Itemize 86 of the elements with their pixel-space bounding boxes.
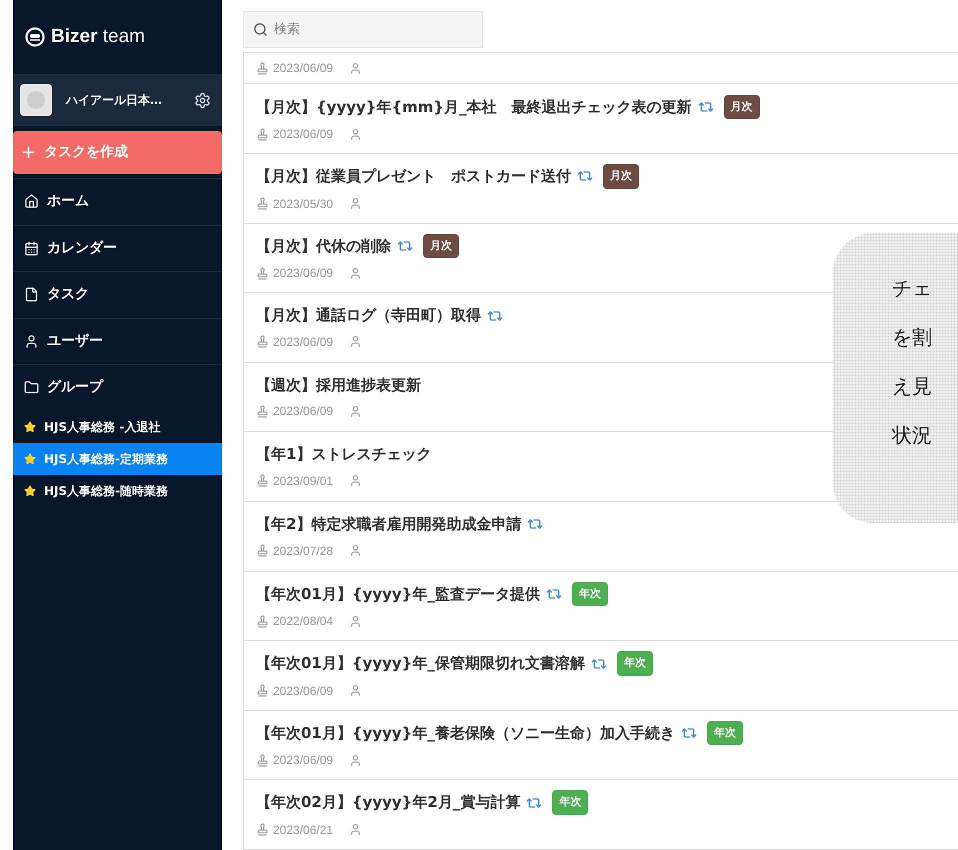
settings-icon[interactable]	[194, 92, 211, 108]
task-row[interactable]: 【年次01月】{yyyy}年_保管期限切れ文書溶解 年次 2023/06/09	[244, 641, 958, 711]
callout-text: を割	[892, 324, 933, 350]
app-logo-text: Bizer team	[51, 24, 145, 49]
task-title: 【年次01月】{yyyy}年_保管期限切れ文書溶解	[256, 653, 585, 674]
stamp-icon	[256, 544, 269, 558]
task-title: 【月次】通話ログ（寺田町）取得	[256, 305, 481, 326]
user-icon	[349, 62, 362, 75]
group-item[interactable]: HJS人事総務-随時業務	[13, 474, 222, 506]
user-icon	[349, 128, 362, 141]
calendar-icon	[24, 240, 39, 256]
task-date: 2023/07/28	[273, 542, 334, 560]
account-bar[interactable]: ハイアール日本…	[13, 74, 222, 126]
task-row[interactable]: 【月次】従業員プレゼント ポストカード送付 月次 2023/05/30	[244, 154, 958, 224]
task-date: 2023/06/09	[273, 682, 334, 700]
star-icon	[24, 420, 36, 432]
task-date: 2022/08/04	[273, 613, 334, 630]
user-icon	[349, 823, 362, 836]
search-field[interactable]: 検索	[243, 11, 483, 48]
stamp-icon	[256, 823, 269, 836]
task-date: 2023/09/01	[273, 472, 334, 490]
task-title: 【月次】代休の削除	[256, 236, 391, 257]
nav-item[interactable]: グループ	[13, 364, 222, 410]
task-tag: 月次	[423, 234, 459, 258]
stamp-icon	[256, 404, 269, 418]
task-date: 2023/06/21	[273, 822, 334, 839]
task-date: 2023/06/09	[273, 126, 334, 144]
stamp-icon	[256, 266, 269, 280]
folder-icon	[24, 380, 39, 396]
search-icon	[253, 22, 268, 37]
file-icon	[24, 287, 39, 302]
user-icon	[349, 614, 362, 628]
task-tag: 年次	[572, 582, 608, 606]
task-date: 2023/06/09	[273, 265, 334, 282]
user-icon	[349, 754, 362, 767]
user-icon	[349, 474, 362, 488]
user-icon	[349, 404, 362, 418]
task-tag: 年次	[616, 651, 653, 676]
user-icon	[349, 544, 362, 558]
task-row[interactable]: 【月次】{yyyy}年{mm}月_本社 最終退出チェック表の更新 月次 2023/06/09	[244, 84, 958, 154]
user-icon	[349, 335, 362, 348]
user-icon	[349, 684, 362, 698]
user-icon	[349, 266, 362, 280]
star-icon	[24, 452, 36, 464]
task-title: 【年次01月】{yyyy}年_監査データ提供	[256, 584, 540, 605]
task-tag: 月次	[724, 94, 760, 120]
task-tag: 年次	[706, 720, 743, 746]
task-date: 2023/06/09	[273, 403, 334, 420]
task-date: 2023/06/09	[273, 334, 334, 351]
stamp-icon	[256, 128, 269, 141]
user-icon	[24, 334, 39, 349]
task-title: 【年次01月】{yyyy}年_養老保険（ソニー生命）加入手続き	[256, 722, 675, 744]
task-title: 【月次】従業員プレゼント ポストカード送付	[256, 166, 571, 188]
task-tag: 月次	[603, 164, 639, 189]
task-row[interactable]: 【年次01月】{yyyy}年_監査データ提供 年次 2022/08/04	[244, 572, 958, 642]
task-tag: 年次	[552, 790, 588, 815]
task-title: 【月次】{yyyy}年{mm}月_本社 最終退出チェック表の更新	[256, 96, 692, 118]
stamp-icon	[256, 335, 269, 348]
callout-text: え見	[892, 372, 933, 398]
avatar-icon	[20, 84, 52, 116]
task-date: 2023/05/30	[273, 196, 334, 213]
star-icon	[24, 484, 36, 496]
stamp-icon	[256, 614, 269, 628]
stamp-icon	[256, 684, 269, 698]
home-icon	[24, 194, 39, 210]
user-icon	[349, 197, 362, 210]
account-name: ハイアール日本…	[66, 92, 163, 109]
task-row[interactable]: 【年次02月】{yyyy}年2月_賞与計算 年次 2023/06/21	[244, 780, 958, 850]
task-date: 2023/06/09	[273, 60, 334, 78]
stamp-icon	[256, 474, 269, 488]
stamp-icon	[256, 754, 269, 767]
task-title: 【年2】特定求職者雇用開発助成金申請	[256, 514, 522, 536]
robot-logo-icon	[25, 27, 45, 47]
nav-item[interactable]: ユーザー	[13, 318, 222, 364]
task-title: 【年1】ストレスチェック	[256, 444, 432, 466]
group-item[interactable]: HJS人事総務 -入退社	[13, 410, 222, 442]
task-date: 2023/06/09	[273, 752, 334, 770]
nav-item[interactable]: タスク	[13, 271, 222, 318]
stamp-icon	[256, 197, 269, 210]
task-row[interactable]: 【年次01月】{yyyy}年_養老保険（ソニー生命）加入手続き 年次 2023/06/09	[244, 710, 958, 780]
task-title: 【年次02月】{yyyy}年2月_賞与計算	[256, 792, 520, 814]
nav-item[interactable]: カレンダー	[13, 224, 222, 271]
group-item[interactable]: HJS人事総務-定期業務	[13, 442, 222, 474]
nav-item[interactable]: ホーム	[13, 178, 222, 224]
task-title: 【週次】採用進捗表更新	[256, 374, 421, 396]
stamp-icon	[256, 62, 269, 75]
